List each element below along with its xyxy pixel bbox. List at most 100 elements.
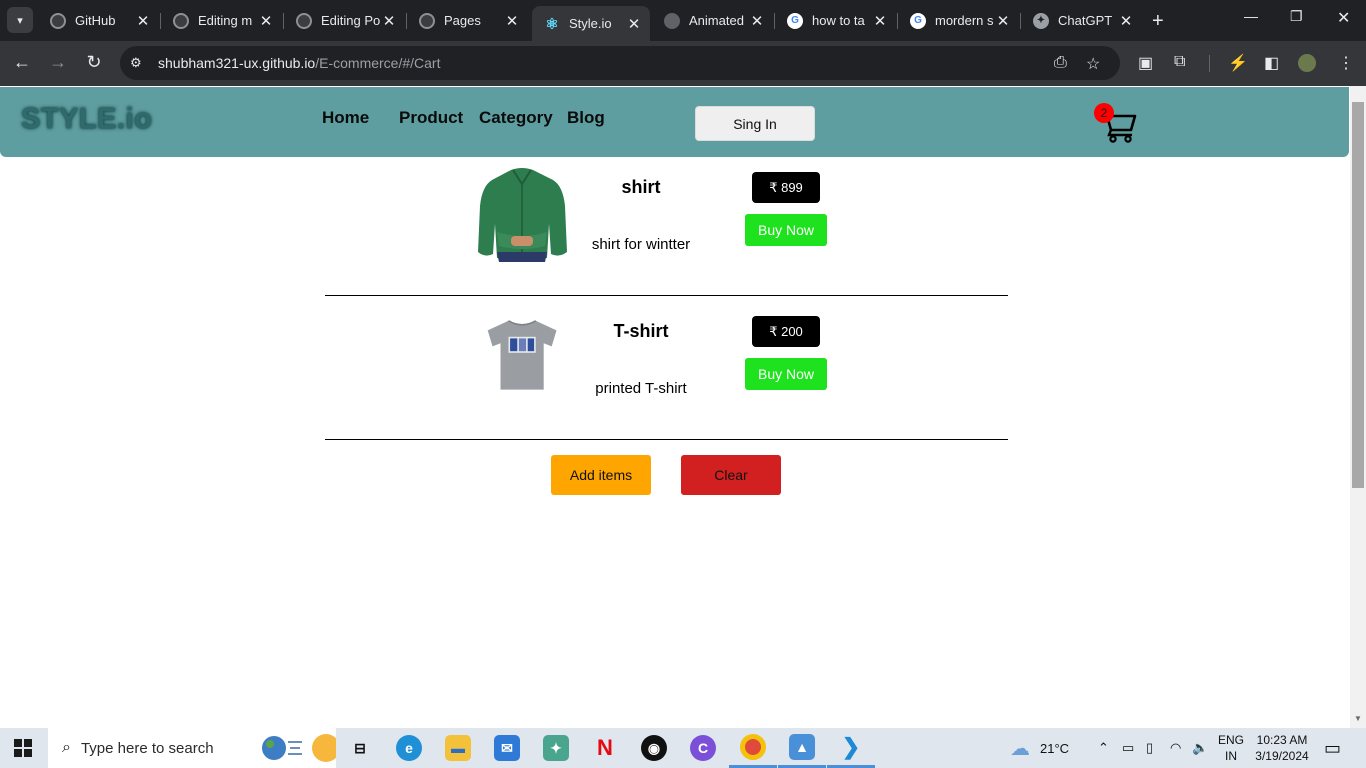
windows-start-icon[interactable] (14, 739, 32, 757)
restore-icon[interactable]: ❐ (1290, 8, 1303, 25)
wifi-icon[interactable]: ◠ (1170, 728, 1181, 768)
github-icon (296, 12, 312, 29)
new-tab-plus-icon[interactable]: + (1152, 10, 1164, 33)
tab-title: mordern s (935, 13, 994, 28)
clock-time: 10:23 AM (1256, 733, 1308, 747)
address-bar[interactable]: ⚙ shubham321-ux.github.io/E-commerce/#/C… (120, 46, 1120, 80)
react-icon: ⚛ (545, 15, 559, 33)
tab-close-icon[interactable]: ✕ (381, 12, 397, 30)
clear-cart-button[interactable]: Clear (681, 455, 781, 495)
task-view-icon[interactable]: ⊟ (336, 728, 384, 768)
scrollbar-thumb[interactable] (1352, 102, 1364, 488)
clock-date: 3/19/2024 (1255, 749, 1309, 763)
weather-widget[interactable]: ☁ 21°C (1010, 728, 1069, 768)
search-highlight-art-icon (262, 734, 336, 762)
tab-close-icon[interactable]: ✕ (504, 12, 520, 30)
tab-close-icon[interactable]: ✕ (872, 12, 888, 30)
tab-close-icon[interactable]: ✕ (135, 12, 151, 30)
show-hidden-icons-chevron-icon[interactable]: ⌃ (1098, 728, 1109, 768)
file-explorer-icon[interactable]: ▬ (434, 728, 482, 768)
web-page: STYLE.io Home Product Category Blog Sing… (0, 86, 1350, 728)
mail-icon[interactable]: ✉ (483, 728, 531, 768)
install-app-icon[interactable]: ⎙ (1054, 54, 1067, 72)
nav-link-category[interactable]: Category (479, 108, 553, 128)
tab-close-icon[interactable]: ✕ (1118, 12, 1134, 30)
tab-title: Style.io (569, 16, 612, 31)
browser-tab[interactable]: Animated ✕ (652, 6, 773, 35)
tab-close-icon[interactable]: ✕ (749, 12, 765, 30)
chatgpt-icon: ✦ (1033, 12, 1049, 29)
vscode-icon[interactable]: ❯ (827, 728, 875, 768)
photos-icon[interactable]: ▲ (778, 728, 826, 768)
buy-now-button[interactable]: Buy Now (745, 214, 827, 246)
forward-arrow-icon[interactable]: → (47, 52, 69, 73)
add-items-button[interactable]: Add items (551, 455, 651, 495)
github-icon (173, 12, 189, 29)
tab-title: Editing m (198, 13, 253, 28)
tab-search-chevron-icon[interactable]: ▾ (7, 7, 33, 33)
nav-link-home[interactable]: Home (322, 108, 369, 128)
meet-now-icon[interactable]: ▭ (1122, 728, 1134, 768)
back-arrow-icon[interactable]: ← (11, 52, 33, 73)
browser-tab[interactable]: Editing Po ✕ (284, 6, 405, 35)
google-icon: G (787, 12, 803, 29)
browser-tab[interactable]: ✦ ChatGPT ✕ (1021, 6, 1142, 35)
tab-title: GitHub (75, 13, 116, 28)
performance-icon[interactable]: ⚡ (1228, 53, 1248, 73)
side-panel-icon[interactable]: ◧ (1264, 53, 1279, 73)
battery-icon[interactable]: ▯ (1146, 728, 1153, 768)
taskbar-clock[interactable]: 10:23 AM 3/19/2024 (1252, 732, 1312, 764)
tab-close-icon[interactable]: ✕ (626, 15, 642, 33)
profile-avatar-icon[interactable] (1298, 54, 1316, 72)
canva-icon[interactable]: C (679, 728, 727, 768)
extension-app-icon[interactable]: ▣ (1138, 53, 1153, 73)
browser-tab[interactable]: Editing m ✕ (161, 6, 282, 35)
site-info-icon[interactable]: ⚙ (130, 55, 148, 71)
product-name: shirt (621, 177, 661, 197)
scroll-down-arrow-icon[interactable]: ▼ (1350, 714, 1366, 723)
site-navbar: STYLE.io Home Product Category Blog Sing… (0, 87, 1349, 157)
browser-tab[interactable]: Pages ✕ (407, 6, 528, 35)
github-desktop-icon[interactable]: ◉ (630, 728, 678, 768)
netflix-icon[interactable]: N (581, 728, 629, 768)
buy-now-button[interactable]: Buy Now (745, 358, 827, 390)
browser-tab[interactable]: G mordern s ✕ (898, 6, 1019, 35)
product-description: printed T-shirt (595, 380, 687, 397)
tab-close-icon[interactable]: ✕ (995, 12, 1011, 30)
cart-count-badge: 2 (1094, 103, 1114, 123)
notifications-icon[interactable]: ▭ (1324, 728, 1341, 768)
reload-icon[interactable]: ↻ (83, 52, 105, 73)
price-badge: ₹ 899 (752, 172, 820, 203)
window-close-icon[interactable]: ✕ (1337, 8, 1350, 28)
nav-link-product[interactable]: Product (399, 108, 463, 128)
page-scrollbar[interactable]: ▲ ▼ (1350, 86, 1366, 728)
browser-tab-strip: ▾ GitHub ✕ Editing m ✕ Editing Po ✕ Page… (0, 0, 1366, 41)
browser-tab[interactable]: GitHub ✕ (38, 6, 159, 35)
browser-tab-active[interactable]: ⚛ Style.io ✕ (532, 6, 650, 41)
sign-in-button[interactable]: Sing In (695, 106, 815, 141)
github-icon (419, 12, 435, 29)
google-icon: G (910, 12, 926, 29)
browser-menu-icon[interactable]: ⋮ (1338, 53, 1354, 73)
url-host: shubham321-ux.github.io (158, 55, 316, 71)
chrome-icon[interactable] (729, 728, 777, 768)
windows-taskbar: ⌕ Type here to search ⊟ e ▬ ✉ ✦ N ◉ C ▲ … (0, 728, 1366, 768)
input-language[interactable]: ENG IN (1216, 732, 1246, 764)
tab-title: ChatGPT (1058, 13, 1113, 28)
chatgpt-app-icon[interactable]: ✦ (532, 728, 580, 768)
weather-temp: 21°C (1040, 740, 1070, 756)
edge-browser-icon[interactable]: e (385, 728, 433, 768)
minimize-icon[interactable]: — (1244, 8, 1258, 24)
tab-close-icon[interactable]: ✕ (258, 12, 274, 30)
volume-icon[interactable]: 🔈 (1192, 728, 1208, 768)
taskbar-search-box[interactable]: ⌕ Type here to search (48, 728, 336, 768)
bookmark-star-icon[interactable]: ☆ (1086, 54, 1100, 74)
url-path: /E-commerce/#/Cart (315, 55, 441, 71)
site-logo[interactable]: STYLE.io (21, 103, 152, 136)
browser-tab[interactable]: G how to ta ✕ (775, 6, 896, 35)
nav-link-blog[interactable]: Blog (567, 108, 605, 128)
product-name: T-shirt (613, 321, 669, 341)
search-icon: ⌕ (62, 739, 71, 756)
cart-item: T-shirt printed T-shirt ₹ 200 Buy Now (325, 296, 1008, 440)
extensions-puzzle-icon[interactable]: ⧉ (1174, 53, 1185, 71)
